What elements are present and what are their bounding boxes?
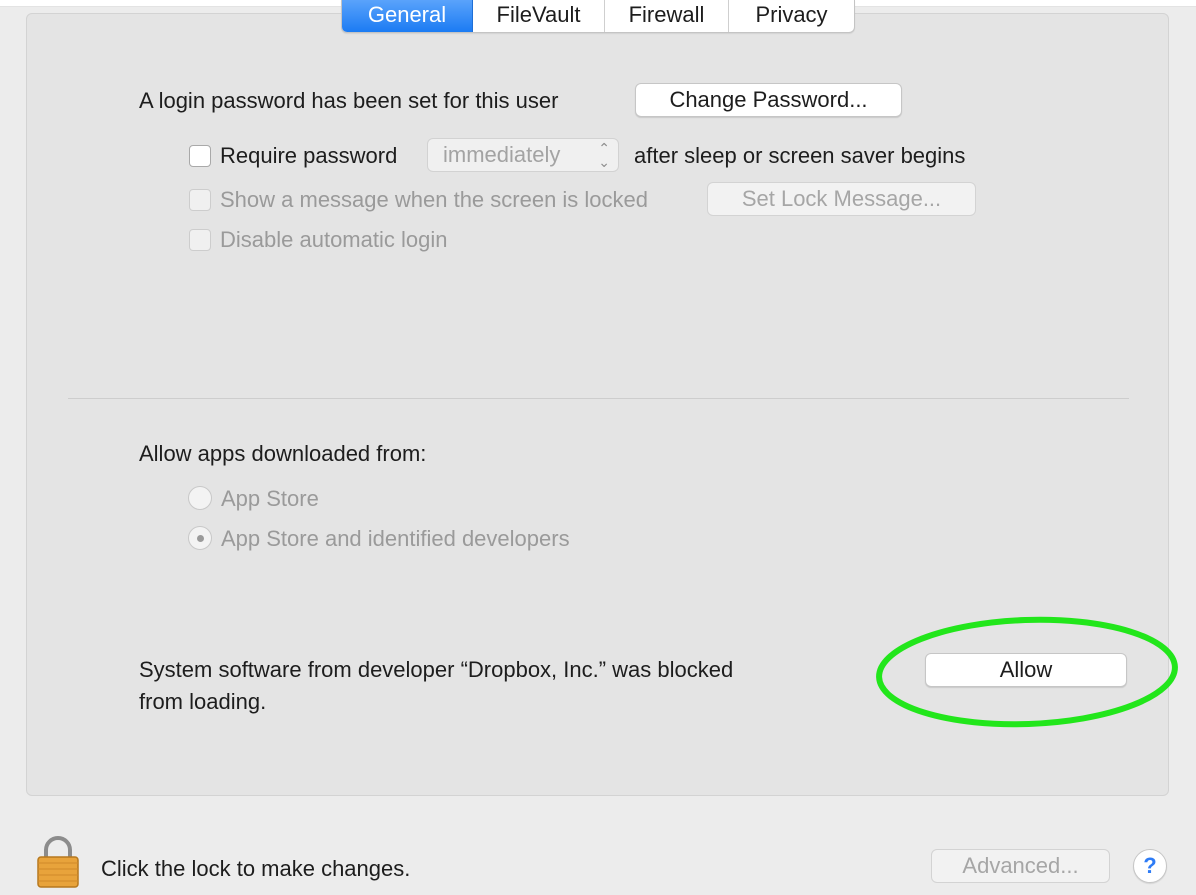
allow-apps-heading: Allow apps downloaded from: [139,441,427,466]
tab-privacy[interactable]: Privacy [729,0,854,32]
tab-firewall[interactable]: Firewall [605,0,729,32]
radio-app-store-identified-label: App Store and identified developers [221,526,570,551]
blocked-message-line-2: from loading. [139,689,267,714]
security-privacy-window: General FileVault Firewall Privacy A log… [0,0,1196,895]
radio-app-store-label: App Store [221,486,319,511]
require-password-delay-value: immediately [443,142,561,167]
help-icon[interactable]: ? [1133,849,1167,883]
disable-auto-login-checkbox[interactable] [189,229,211,251]
tab-general[interactable]: General [342,0,473,32]
require-password-label: Require password [220,143,398,168]
lock-status-text: Click the lock to make changes. [101,856,411,881]
blocked-message-line-1: System software from developer “Dropbox,… [139,657,734,682]
radio-selected-dot [197,535,204,542]
tab-bar: General FileVault Firewall Privacy [341,0,855,33]
set-lock-message-button[interactable]: Set Lock Message... [707,182,976,216]
tab-filevault[interactable]: FileVault [473,0,605,32]
after-sleep-label: after sleep or screen saver begins [634,143,966,168]
stepper-arrows-icon: ⌃ ⌄ [598,140,610,170]
section-divider [68,398,1129,399]
require-password-checkbox[interactable] [189,145,211,167]
login-password-status: A login password has been set for this u… [139,88,559,113]
lock-icon[interactable] [36,836,80,888]
show-message-checkbox[interactable] [189,189,211,211]
require-password-delay-select[interactable]: immediately ⌃ ⌄ [427,138,619,172]
allow-button[interactable]: Allow [925,653,1127,687]
disable-auto-login-label: Disable automatic login [220,227,448,252]
radio-app-store-identified[interactable] [188,526,212,550]
show-message-label: Show a message when the screen is locked [220,187,649,212]
change-password-button[interactable]: Change Password... [635,83,902,117]
radio-app-store[interactable] [188,486,212,510]
advanced-button[interactable]: Advanced... [931,849,1110,883]
